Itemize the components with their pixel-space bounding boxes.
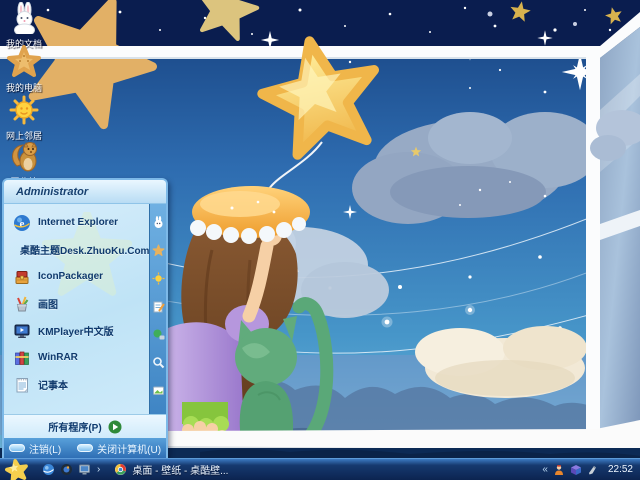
taskbar: › 桌面 - 壁纸 - 桌酷壁... « 22:52 [0,458,640,480]
menu-item-kmplayer[interactable]: KMPlayer中文版 [4,317,149,344]
all-programs-button[interactable]: 所有程序(P) [4,414,166,438]
quick-launch-desktop-icon[interactable] [78,463,91,476]
quick-launch-browser-icon[interactable] [42,463,55,476]
starfish-icon [7,45,41,77]
log-off-button[interactable]: 注销(L) [8,441,61,456]
squirrel-icon [11,142,37,172]
desktop-icon-my-computer[interactable]: 我的电脑 [0,44,56,96]
notepad-icon [16,377,28,392]
tray-collapse-icon[interactable]: « [542,464,548,475]
menu-item-internet-explorer[interactable]: e Internet Explorer [4,209,149,236]
iconpackager-icon [15,270,29,284]
my-documents-mini-icon[interactable] [152,216,165,229]
help-mini-icon[interactable] [152,328,165,341]
menu-item-notepad[interactable]: 记事本 [4,371,149,398]
tray-language-icon[interactable] [587,464,599,476]
paint-icon [16,296,29,311]
desktop-icon-network-places[interactable]: 网上邻居 [0,94,56,144]
quick-launch-media-icon[interactable] [60,463,73,476]
tray-messenger-icon[interactable] [553,464,565,476]
network-mini-icon[interactable] [152,272,165,285]
shut-down-icon [77,444,94,452]
taskbar-task-wallpaper[interactable]: 桌面 - 壁纸 - 桌酷壁... [114,462,228,477]
svg-text:e: e [20,218,25,230]
start-button[interactable] [0,458,34,480]
start-menu-header: Administrator [4,180,166,204]
start-menu-footer: 注销(L) 关闭计算机(U) [4,438,166,458]
desktop-screen: 我的文档 我的电脑 网上邻居 Administrator e Internet … [0,0,640,480]
quick-launch-expand-icon[interactable]: › [97,464,100,475]
window-frame-right [586,46,600,432]
system-tray: « 22:52 [542,459,640,480]
shut-down-button[interactable]: 关闭计算机(U) [77,441,161,456]
user-name: Administrator [16,185,89,198]
menu-item-zhuoku-theme[interactable]: ZK 桌酷主题Desk.ZhuoKu.Com [4,236,149,263]
start-menu-places-strip [149,204,166,414]
start-menu-program-list: e Internet Explorer ZK 桌酷主题Desk.ZhuoKu [4,204,149,414]
sun-icon [9,95,39,125]
menu-item-paint[interactable]: 画图 [4,290,149,317]
task-label: 桌面 - 壁纸 - 桌酷壁... [132,466,229,477]
all-programs-arrow-icon [108,420,122,433]
tray-clock[interactable]: 22:52 [608,464,633,475]
winrar-icon [15,351,29,365]
rabbit-icon [14,2,35,34]
menu-item-iconpackager[interactable]: IconPackager [4,263,149,290]
documents-pencil-mini-icon[interactable] [152,300,165,313]
desktop-icon-label: 我的电脑 [5,83,42,93]
kmplayer-icon [14,324,30,338]
log-off-icon [8,444,25,452]
start-menu: Administrator e Internet Explorer 桌酷主题De… [2,178,168,458]
tray-ime-cube-icon[interactable] [570,464,582,476]
menu-item-winrar[interactable]: WinRAR [4,344,149,371]
quick-launch [42,463,91,476]
run-mini-icon[interactable] [152,384,165,397]
task-app-icon [115,464,127,475]
window-frame-top [0,46,600,58]
my-computer-mini-icon[interactable] [152,244,165,257]
start-star-icon [5,458,28,480]
search-mini-icon[interactable] [152,356,165,369]
internet-explorer-icon: e [14,214,30,231]
